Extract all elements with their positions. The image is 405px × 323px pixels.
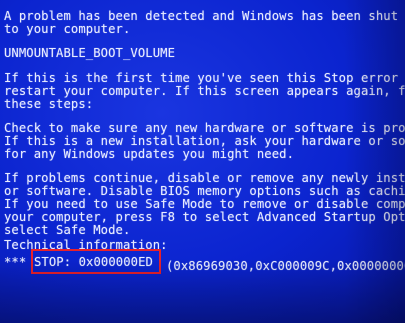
first-time-line-1: If this is the first time you've seen th…: [4, 71, 399, 85]
stop-code-highlight-box: [31, 249, 161, 274]
error-code-name: UNMOUNTABLE_BOOT_VOLUME: [4, 46, 176, 60]
first-time-line-2: restart your computer. If this screen ap…: [4, 84, 405, 98]
error-headline-line-2: to your computer.: [4, 22, 131, 36]
error-headline-line-1: A problem has been detected and Windows …: [4, 9, 399, 23]
check-hardware-line-2: If this is a new installation, ask your …: [4, 134, 405, 148]
stop-parameters: (0x86969030,0xC000009C,0x00000000,0x0000…: [166, 259, 405, 273]
bsod-screen: A problem has been detected and Windows …: [0, 0, 405, 323]
first-time-line-3: these steps:: [4, 97, 94, 111]
problems-continue-line-2: or software. Disable BIOS memory options…: [4, 184, 405, 198]
safe-mode-line-2: your computer, press F8 to select Advanc…: [4, 210, 405, 224]
stop-prefix: ***: [4, 255, 27, 269]
check-hardware-line-1: Check to make sure any new hardware or s…: [4, 121, 405, 135]
check-hardware-line-3: for any Windows updates you might need.: [4, 147, 295, 161]
problems-continue-line-1: If problems continue, disable or remove …: [4, 171, 405, 185]
safe-mode-line-1: If you need to use Safe Mode to remove o…: [4, 197, 405, 211]
safe-mode-line-3: select Safe Mode.: [4, 223, 131, 237]
